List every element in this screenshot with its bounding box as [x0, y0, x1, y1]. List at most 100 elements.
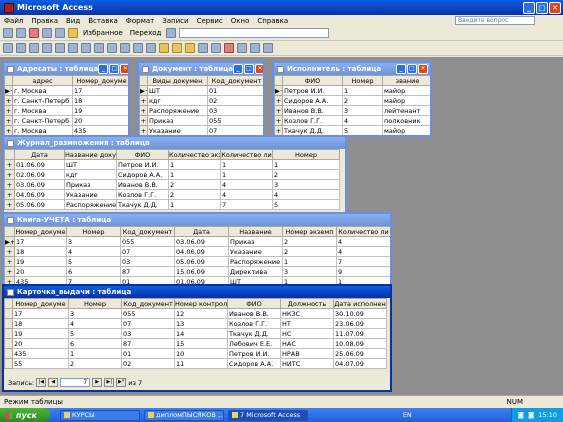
- cell[interactable]: 1: [272, 159, 340, 170]
- cell[interactable]: 18: [72, 95, 128, 106]
- next-record-button[interactable]: ▶: [92, 378, 103, 387]
- addresses-window[interactable]: Адресаты : таблица _ □ ✕ адрес Номер_докуме…: [2, 61, 130, 137]
- row-selector[interactable]: +: [4, 246, 15, 257]
- table-row[interactable]: + кдг 02: [139, 95, 263, 106]
- search-web-icon[interactable]: [68, 28, 78, 38]
- cell[interactable]: Ткачук Д.Д.: [227, 328, 281, 339]
- column-header[interactable]: Название доку: [64, 149, 117, 160]
- cell[interactable]: Петров И.И.: [227, 348, 281, 359]
- journal-window-titlebar[interactable]: Журнал_размножения : таблица: [4, 137, 345, 149]
- table-row[interactable]: +19 5 03 05.06.09 Распоряжение 1 7: [4, 256, 390, 267]
- table-row[interactable]: + Сидоров А.А. 2 майор: [274, 95, 430, 106]
- cell[interactable]: 2: [282, 246, 337, 257]
- row-selector[interactable]: +: [4, 115, 13, 126]
- table-row[interactable]: 55 2 02 11 Сидоров А.А. НИТС 04.07.09: [4, 358, 387, 369]
- cell[interactable]: 03: [120, 256, 175, 267]
- table-row[interactable]: + Иванов В.В. 3 лейтенант: [274, 105, 430, 116]
- prev-record-button[interactable]: ◀: [48, 378, 59, 387]
- cell[interactable]: 13: [174, 318, 228, 329]
- row-selector[interactable]: +: [139, 125, 148, 135]
- row-selector[interactable]: +: [4, 189, 15, 200]
- taskbar-item-courses[interactable]: КУРСЫ: [60, 409, 140, 421]
- cell[interactable]: 435: [12, 348, 69, 359]
- cell[interactable]: НИТС: [280, 358, 334, 369]
- cell[interactable]: 04.07.09: [333, 358, 387, 369]
- cell[interactable]: 5: [342, 125, 383, 135]
- cell[interactable]: 9: [336, 266, 390, 277]
- cell[interactable]: Иванов В.В.: [282, 105, 343, 116]
- row-selector[interactable]: +: [4, 169, 15, 180]
- cell[interactable]: 04.06.09: [174, 246, 229, 257]
- insert-hyperlink-icon[interactable]: [120, 43, 130, 53]
- cell[interactable]: НКЗС: [280, 308, 334, 319]
- table-row[interactable]: 435 1 01 10 Петров И.И. НРАВ 25.06.09: [4, 348, 387, 359]
- cut-icon[interactable]: [68, 43, 78, 53]
- close-button[interactable]: ✕: [255, 64, 263, 74]
- cell[interactable]: 2: [342, 95, 383, 106]
- cell[interactable]: НТ: [280, 318, 334, 329]
- column-header[interactable]: адрес: [12, 75, 73, 86]
- row-selector[interactable]: [4, 328, 13, 339]
- row-selector[interactable]: +: [4, 266, 15, 277]
- cell[interactable]: 5: [272, 199, 340, 210]
- cell[interactable]: г. Москва: [12, 125, 73, 135]
- cell[interactable]: 10.08.09: [333, 338, 387, 349]
- menu-edit[interactable]: Правка: [31, 17, 58, 25]
- cell[interactable]: 7: [220, 199, 273, 210]
- row-selector[interactable]: +: [274, 105, 283, 116]
- document-window-titlebar[interactable]: Документ : таблица _ □ ✕: [139, 63, 263, 75]
- cell[interactable]: кдг: [147, 95, 208, 106]
- row-selector[interactable]: +: [4, 256, 15, 267]
- table-row[interactable]: +20 6 87 15.06.09 Директива 3 9: [4, 266, 390, 277]
- cell[interactable]: 3: [272, 179, 340, 190]
- table-row[interactable]: 18 4 07 13 Козлов Г.Г. НТ 23.06.09: [4, 318, 387, 329]
- cell[interactable]: майор: [382, 95, 430, 106]
- row-selector[interactable]: +: [4, 125, 13, 135]
- table-row[interactable]: + г. Санкт-Петерб 18: [4, 95, 128, 106]
- cell[interactable]: 3: [342, 105, 383, 116]
- table-row[interactable]: +03.06.09 Приказ Иванов В.В. 2 4 3: [4, 179, 340, 190]
- ledger-window[interactable]: Книга-УЧЕТА : таблица Номер_докуме Номер К…: [2, 212, 392, 292]
- cell[interactable]: 10: [174, 348, 228, 359]
- start-button[interactable]: пуск: [0, 408, 50, 422]
- row-selector[interactable]: ▶+: [274, 85, 283, 96]
- cell[interactable]: 20: [14, 266, 67, 277]
- cell[interactable]: г. Санкт-Петерб: [12, 95, 73, 106]
- stop-icon[interactable]: [29, 28, 39, 38]
- cell[interactable]: 3: [68, 308, 122, 319]
- cell[interactable]: 4: [336, 236, 390, 247]
- taskbar-item-word[interactable]: дипломПЫСЯКОВ ...: [144, 409, 224, 421]
- cell[interactable]: 1: [282, 256, 337, 267]
- cell[interactable]: Ткачук Д.Д.: [282, 125, 343, 135]
- sort-ascending-icon[interactable]: [133, 43, 143, 53]
- cell[interactable]: 03.06.09: [174, 236, 229, 247]
- delete-record-icon[interactable]: [224, 43, 234, 53]
- column-header[interactable]: Дата: [14, 149, 65, 160]
- cell[interactable]: 03: [121, 328, 175, 339]
- table-row[interactable]: 20 6 87 15 Лебович Е.Е. НАС 10.08.09: [4, 338, 387, 349]
- sort-descending-icon[interactable]: [146, 43, 156, 53]
- table-row[interactable]: +02.06.09 кдг Сидоров А.А. 1 1 2: [4, 169, 340, 180]
- cell[interactable]: 435: [72, 125, 128, 135]
- table-row[interactable]: + Распоряжение 03: [139, 105, 263, 116]
- row-selector[interactable]: +: [4, 199, 15, 210]
- column-header[interactable]: Дата исполнен: [333, 298, 387, 309]
- cell[interactable]: 1: [220, 159, 273, 170]
- column-header[interactable]: Количество ли: [220, 149, 273, 160]
- column-header[interactable]: Номер: [66, 226, 121, 237]
- card-window[interactable]: Карточка_выдачи : таблица Номер_докуме Но…: [2, 284, 392, 392]
- column-header[interactable]: Виды докумен: [147, 75, 208, 86]
- cell[interactable]: 15: [174, 338, 228, 349]
- cell[interactable]: 2: [282, 236, 337, 247]
- menu-help[interactable]: Справка: [257, 17, 288, 25]
- cell[interactable]: 18: [12, 318, 69, 329]
- cell[interactable]: Козлов Г.Г.: [116, 189, 169, 200]
- cell[interactable]: Сидоров А.А.: [227, 358, 281, 369]
- row-selector[interactable]: +: [4, 179, 15, 190]
- executor-window-titlebar[interactable]: Исполнитель : таблица _ □ ✕: [274, 63, 430, 75]
- cell[interactable]: 07: [207, 125, 263, 135]
- cell[interactable]: 4: [272, 189, 340, 200]
- tray-icon[interactable]: ◙: [518, 411, 524, 419]
- column-header[interactable]: Должность: [280, 298, 334, 309]
- cell[interactable]: 12: [174, 308, 228, 319]
